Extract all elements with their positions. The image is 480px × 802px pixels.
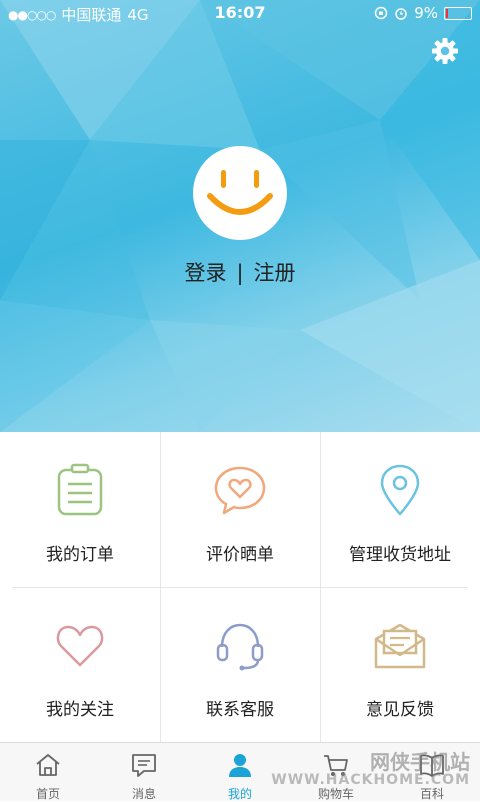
tab-label: 消息	[131, 787, 156, 801]
battery-percent: 9%	[414, 4, 438, 22]
login-link[interactable]: 登录	[184, 257, 226, 287]
tab-label: 我的	[227, 787, 252, 801]
clipboard-icon	[57, 463, 103, 516]
profile-header: ●●○○○ 中国联通 4G 16:07 9% 登录 | 注册	[0, 0, 480, 432]
battery-icon	[444, 6, 472, 20]
menu-item-label: 意见反馈	[366, 700, 434, 720]
bottom-tab-bar: 首页 消息 我的 购物车 百科	[0, 742, 480, 801]
menu-item-label: 我的关注	[46, 700, 114, 720]
menu-grid: 我的订单 评价晒单 管理收货地址 我的关注 联系客服 意见反馈	[0, 432, 480, 742]
menu-item-customer-service[interactable]: 联系客服	[160, 587, 320, 742]
menu-item-label: 我的订单	[46, 545, 114, 565]
tab-cart[interactable]: 购物车	[288, 743, 384, 801]
book-icon	[420, 754, 444, 777]
menu-item-review[interactable]: 评价晒单	[160, 432, 320, 587]
menu-item-my-orders[interactable]: 我的订单	[0, 432, 160, 587]
headset-icon	[216, 623, 264, 671]
envelope-letter-icon	[374, 623, 426, 669]
smiley-face-icon	[207, 170, 273, 215]
alarm-icon	[395, 8, 407, 20]
rotation-lock-icon	[374, 6, 388, 20]
register-link[interactable]: 注册	[254, 257, 296, 287]
menu-item-my-follows[interactable]: 我的关注	[0, 587, 160, 742]
tab-messages[interactable]: 消息	[96, 743, 192, 801]
location-pin-icon	[380, 464, 420, 516]
tab-label: 百科	[419, 787, 444, 801]
tab-mine[interactable]: 我的	[192, 743, 288, 801]
tab-label: 首页	[35, 787, 60, 801]
status-bar: ●●○○○ 中国联通 4G 16:07 9%	[0, 0, 480, 26]
menu-item-label: 联系客服	[206, 700, 274, 720]
person-icon	[229, 754, 251, 777]
cart-icon	[324, 755, 348, 776]
heart-icon	[56, 625, 104, 667]
gear-icon[interactable]	[430, 36, 460, 66]
home-icon	[36, 754, 60, 776]
tab-home[interactable]: 首页	[0, 743, 96, 801]
menu-item-label: 管理收货地址	[349, 545, 451, 565]
avatar[interactable]	[193, 146, 287, 240]
tab-encyclopedia[interactable]: 百科	[384, 743, 480, 801]
auth-links: 登录 | 注册	[0, 257, 480, 287]
menu-item-feedback[interactable]: 意见反馈	[320, 587, 480, 742]
auth-separator: |	[236, 261, 244, 285]
heart-chat-bubble-icon	[214, 466, 266, 515]
menu-item-manage-address[interactable]: 管理收货地址	[320, 432, 480, 587]
tab-label: 购物车	[317, 787, 354, 801]
menu-item-label: 评价晒单	[206, 545, 274, 565]
message-icon	[132, 754, 156, 777]
